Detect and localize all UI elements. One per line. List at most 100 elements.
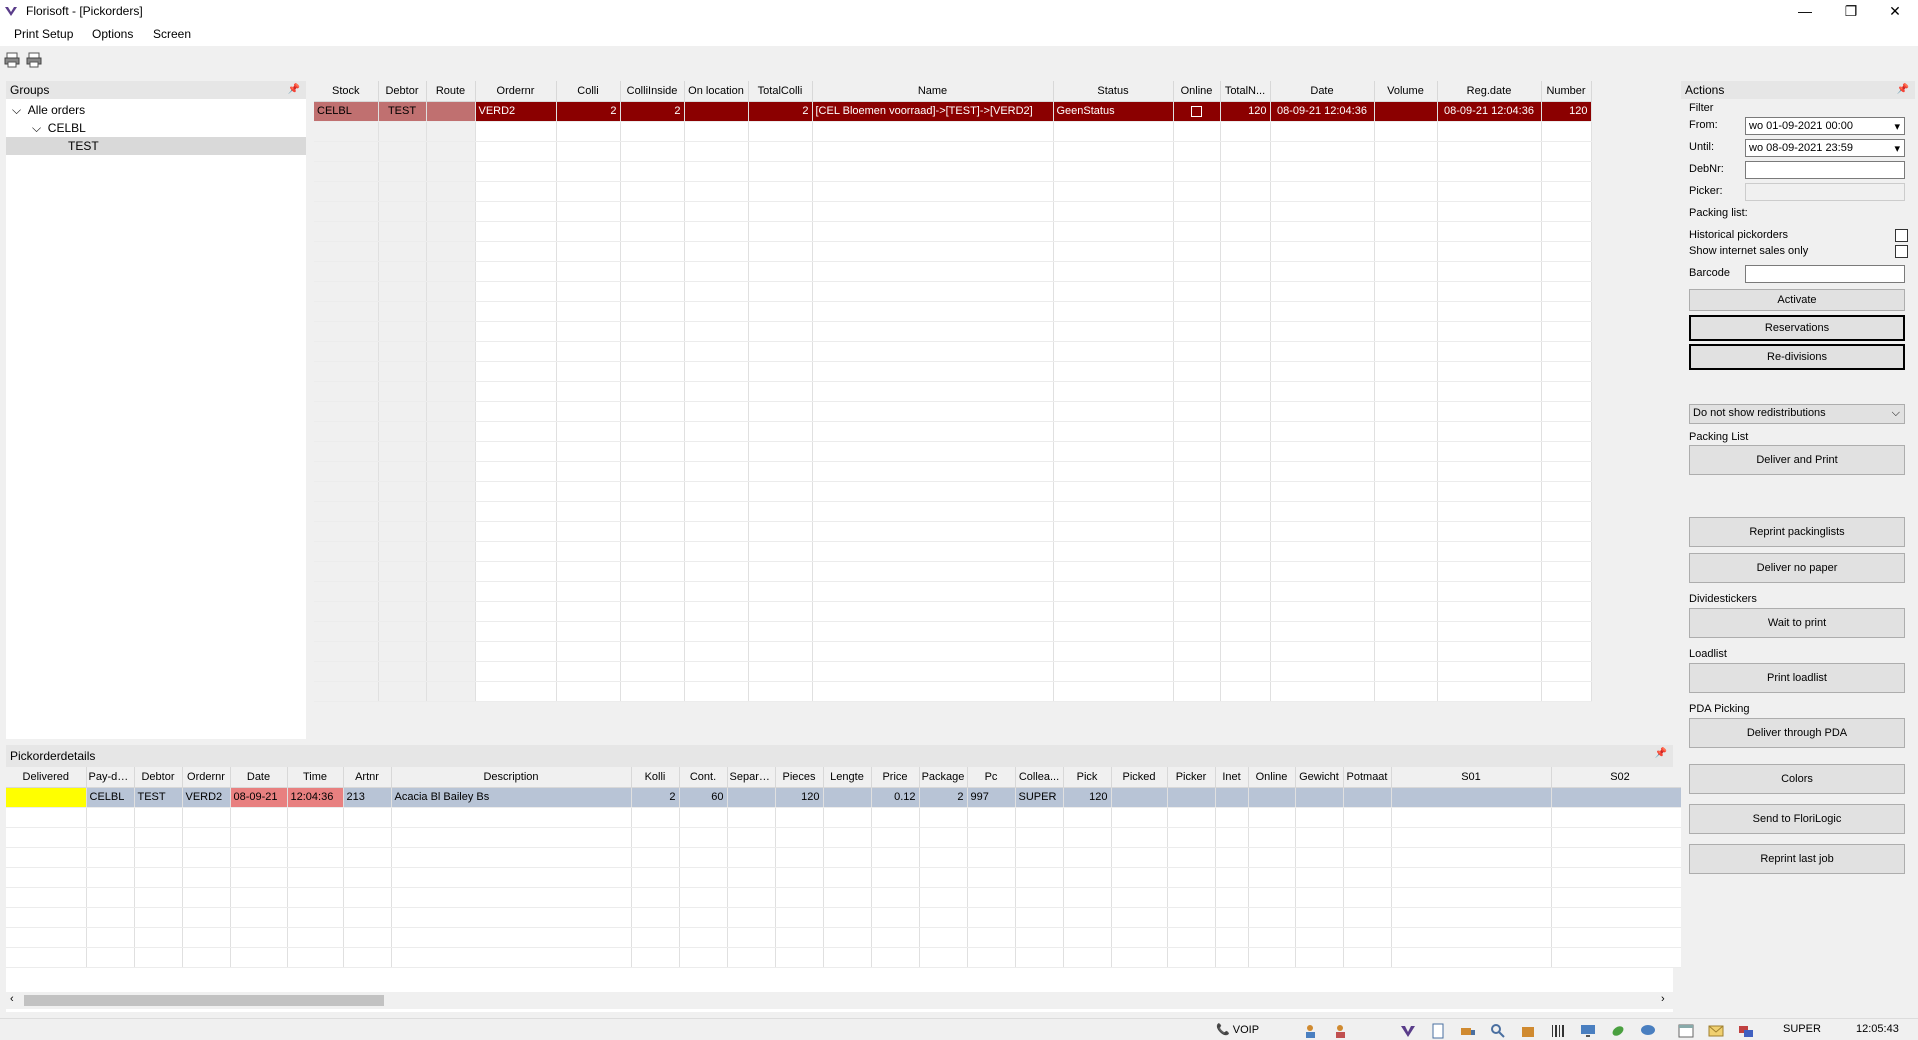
from-date-input[interactable]: wo 01-09-2021 00:00 ▾ [1745, 117, 1905, 135]
historical-checkbox[interactable] [1895, 229, 1908, 242]
deliver-pda-button[interactable]: Deliver through PDA [1689, 718, 1905, 748]
online-checkbox[interactable] [1191, 105, 1202, 117]
deliver-no-paper-button[interactable]: Deliver no paper [1689, 553, 1905, 583]
chevron-down-icon[interactable]: ⌵ [32, 121, 41, 135]
window-icon[interactable] [1678, 1023, 1694, 1039]
language-icon[interactable] [1738, 1023, 1754, 1039]
col-kolli[interactable]: Kolli [631, 767, 680, 788]
pin-icon[interactable]: 📌 [1655, 748, 1667, 759]
col-cont[interactable]: Cont. [679, 767, 728, 788]
menu-print-setup[interactable]: Print Setup [14, 27, 73, 41]
tree-node-celbl[interactable]: ⌵ CELBL [32, 119, 302, 137]
truck-icon[interactable] [1460, 1023, 1476, 1039]
tree-node-test[interactable]: TEST [6, 137, 306, 155]
pin-icon[interactable]: 📌 [1897, 84, 1909, 95]
col-debtor[interactable]: Debtor [378, 81, 427, 102]
col-collea[interactable]: Collea... [1015, 767, 1064, 788]
horizontal-scrollbar[interactable]: ‹ › [6, 992, 1673, 1009]
col-potmaat[interactable]: Potmaat [1343, 767, 1392, 788]
col-number[interactable]: Number [1541, 81, 1592, 102]
col-online[interactable]: Online [1173, 81, 1221, 102]
search-icon[interactable] [1490, 1023, 1506, 1039]
col-date[interactable]: Date [230, 767, 288, 788]
col-ordernr[interactable]: Ordernr [182, 767, 231, 788]
print-loadlist-button[interactable]: Print loadlist [1689, 663, 1905, 693]
leaf-icon[interactable] [1610, 1023, 1626, 1039]
col-debtor[interactable]: Debtor [134, 767, 183, 788]
menu-screen[interactable]: Screen [153, 27, 191, 41]
mail-icon[interactable] [1708, 1023, 1724, 1039]
col-online[interactable]: Online [1248, 767, 1296, 788]
col-totaln[interactable]: TotalN... [1220, 81, 1271, 102]
col-package[interactable]: Package [919, 767, 968, 788]
chevron-down-icon[interactable]: ⌵ [12, 103, 21, 117]
col-ordernr[interactable]: Ordernr [475, 81, 557, 102]
col-pay-desk[interactable]: Pay-desk [86, 767, 135, 788]
col-picked[interactable]: Picked [1111, 767, 1168, 788]
scroll-left-icon[interactable]: ‹ [10, 993, 14, 1005]
calendar-icon[interactable]: ▾ [1894, 142, 1900, 155]
col-s02[interactable]: S02 [1551, 767, 1690, 788]
document-icon[interactable] [1430, 1023, 1446, 1039]
redistributions-select[interactable]: Do not show redistributions ⌵ [1689, 404, 1905, 424]
col-pieces[interactable]: Pieces [775, 767, 824, 788]
colors-button[interactable]: Colors [1689, 764, 1905, 794]
scroll-thumb[interactable] [24, 995, 384, 1006]
col-time[interactable]: Time [287, 767, 344, 788]
package-icon[interactable] [1520, 1023, 1536, 1039]
barcode-input[interactable] [1745, 265, 1905, 283]
col-price[interactable]: Price [871, 767, 920, 788]
minimize-button[interactable]: — [1782, 0, 1828, 22]
col-totalcolli[interactable]: TotalColli [748, 81, 813, 102]
col-name[interactable]: Name [812, 81, 1054, 102]
col-regdate[interactable]: Reg.date [1437, 81, 1542, 102]
menu-options[interactable]: Options [92, 27, 133, 41]
florisoft-icon[interactable] [1400, 1023, 1416, 1039]
pin-icon[interactable]: 📌 [288, 84, 300, 95]
deliver-print-button[interactable]: Deliver and Print [1689, 445, 1905, 475]
send-florilogic-button[interactable]: Send to FloriLogic [1689, 804, 1905, 834]
col-stock[interactable]: Stock [314, 81, 379, 102]
wait-to-print-button[interactable]: Wait to print [1689, 608, 1905, 638]
chat-icon[interactable] [1640, 1023, 1656, 1039]
table-row[interactable]: CELBL TEST VERD2 2 2 2 [CEL Bloemen voor… [314, 101, 1592, 122]
barcode-icon[interactable] [1550, 1023, 1566, 1039]
col-picker[interactable]: Picker [1167, 767, 1216, 788]
col-separate[interactable]: Separate [727, 767, 776, 788]
activate-button[interactable]: Activate [1689, 289, 1905, 311]
col-date[interactable]: Date [1270, 81, 1375, 102]
internet-checkbox[interactable] [1895, 245, 1908, 258]
print-preview-icon[interactable] [26, 52, 42, 68]
reprint-last-job-button[interactable]: Reprint last job [1689, 844, 1905, 874]
close-button[interactable]: ✕ [1872, 0, 1918, 22]
until-date-input[interactable]: wo 08-09-2021 23:59 ▾ [1745, 139, 1905, 157]
tree-node-alle-orders[interactable]: ⌵ Alle orders [12, 101, 302, 119]
col-status[interactable]: Status [1053, 81, 1174, 102]
chevron-down-icon[interactable]: ⌵ [1892, 407, 1900, 420]
monitor-icon[interactable] [1580, 1023, 1596, 1039]
reprint-packinglists-button[interactable]: Reprint packinglists [1689, 517, 1905, 547]
picker-input[interactable] [1745, 183, 1905, 201]
col-gewicht[interactable]: Gewicht [1295, 767, 1344, 788]
debnr-input[interactable] [1745, 161, 1905, 179]
scroll-right-icon[interactable]: › [1661, 993, 1665, 1005]
col-pick[interactable]: Pick [1063, 767, 1112, 788]
users-icon[interactable] [1304, 1023, 1320, 1039]
table-row[interactable]: CELBL TEST VERD2 08-09-21 12:04:36 213 A… [6, 787, 1690, 808]
redivisions-button[interactable]: Re-divisions [1689, 344, 1905, 370]
col-colli[interactable]: Colli [556, 81, 621, 102]
reservations-button[interactable]: Reservations [1689, 315, 1905, 341]
col-route[interactable]: Route [426, 81, 476, 102]
col-s01[interactable]: S01 [1391, 767, 1552, 788]
col-artnr[interactable]: Artnr [343, 767, 392, 788]
col-inet[interactable]: Inet [1215, 767, 1249, 788]
maximize-button[interactable]: ❐ [1828, 0, 1874, 22]
col-on-location[interactable]: On location [684, 81, 749, 102]
col-description[interactable]: Description [391, 767, 632, 788]
calendar-icon[interactable]: ▾ [1894, 120, 1900, 133]
col-colliinside[interactable]: ColliInside [620, 81, 685, 102]
col-pc[interactable]: Pc [967, 767, 1016, 788]
print-icon[interactable] [4, 52, 20, 68]
col-lengte[interactable]: Lengte [823, 767, 872, 788]
voip-status[interactable]: 📞 VOIP [1216, 1023, 1259, 1036]
